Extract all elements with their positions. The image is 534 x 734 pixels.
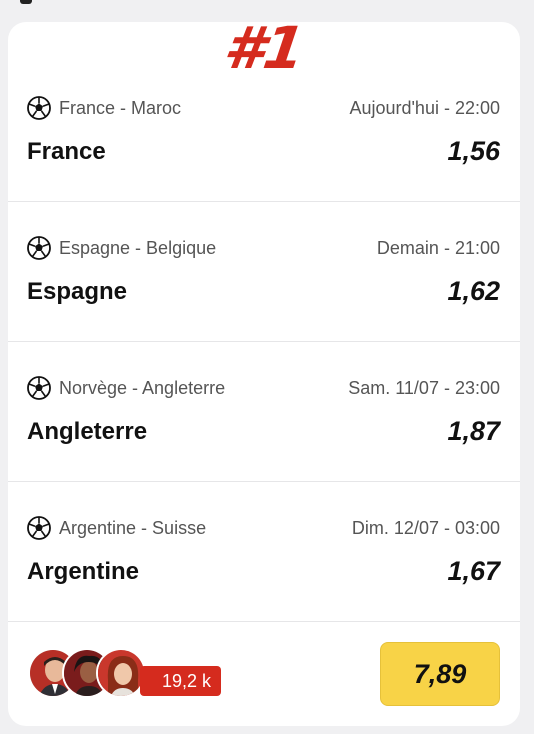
match-teams: Argentine - Suisse: [27, 516, 206, 540]
match-teams-label: France - Maroc: [59, 97, 182, 118]
match-teams: France - Maroc: [27, 96, 181, 120]
odd-value: 1,62: [447, 276, 500, 306]
match-row[interactable]: Espagne - Belgique Demain - 21:00 Espagn…: [8, 202, 520, 342]
match-time: Demain - 21:00: [376, 237, 500, 258]
match-row[interactable]: France - Maroc Aujourd'hui - 22:00 Franc…: [8, 62, 520, 202]
pick-label: France: [27, 138, 106, 165]
soccer-ball-icon: [27, 376, 51, 400]
match-meta: Espagne - Belgique Demain - 21:00: [27, 236, 500, 260]
total-odd-button[interactable]: 7,89: [380, 642, 500, 706]
header-fragment: [20, 0, 32, 4]
combo-bet-card[interactable]: #1 France - Maroc Aujourd'hui - 22:00 Fr…: [8, 22, 520, 726]
odd-value: 1,87: [447, 416, 500, 446]
match-meta: Norvège - Angleterre Sam. 11/07 - 23:00: [27, 376, 500, 400]
pick-label: Angleterre: [27, 418, 148, 445]
odd-value: 1,67: [447, 556, 500, 586]
match-time: Dim. 12/07 - 03:00: [351, 517, 500, 538]
soccer-ball-icon: [27, 236, 51, 260]
match-meta: Argentine - Suisse Dim. 12/07 - 03:00: [27, 516, 500, 540]
soccer-ball-icon: [27, 516, 51, 540]
card-footer: 19,2 k 7,89: [8, 622, 520, 726]
match-teams: Norvège - Angleterre: [27, 376, 225, 400]
match-time: Aujourd'hui - 22:00: [349, 97, 500, 118]
match-teams-label: Norvège - Angleterre: [59, 377, 226, 398]
match-teams-label: Argentine - Suisse: [59, 517, 207, 538]
match-teams: Espagne - Belgique: [27, 236, 216, 260]
avatar-redhead-icon: [98, 650, 144, 696]
pick-label: Espagne: [27, 278, 128, 305]
pick-label: Argentine: [27, 558, 140, 585]
match-meta: France - Maroc Aujourd'hui - 22:00: [27, 96, 500, 120]
odd-value: 1,56: [447, 136, 500, 166]
followers-group[interactable]: 19,2 k: [28, 648, 228, 698]
followers-count-badge: 19,2 k: [140, 666, 222, 696]
top-strip: [0, 0, 534, 8]
match-time: Sam. 11/07 - 23:00: [348, 377, 500, 398]
avatar: [96, 648, 146, 698]
match-teams-label: Espagne - Belgique: [59, 237, 217, 258]
match-row[interactable]: Argentine - Suisse Dim. 12/07 - 03:00 Ar…: [8, 482, 520, 622]
soccer-ball-icon: [27, 96, 51, 120]
match-row[interactable]: Norvège - Angleterre Sam. 11/07 - 23:00 …: [8, 342, 520, 482]
